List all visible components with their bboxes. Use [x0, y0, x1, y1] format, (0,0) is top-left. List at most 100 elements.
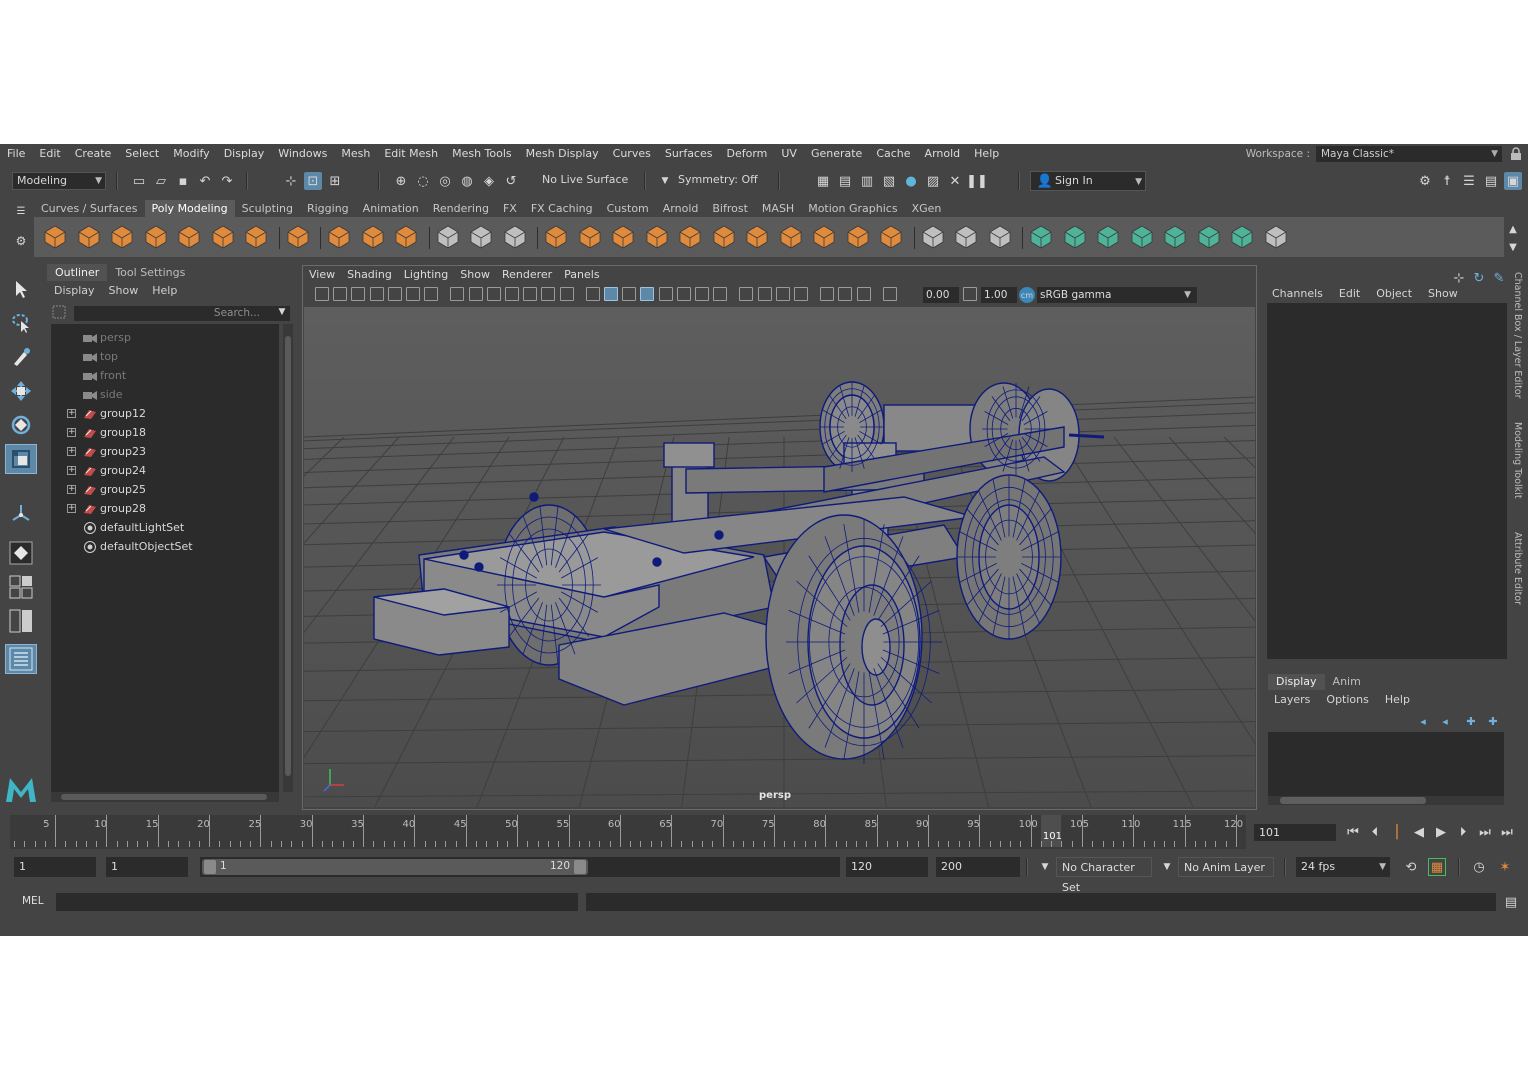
side-tab-channel-box-layer-editor[interactable]: Channel Box / Layer Editor	[1512, 272, 1523, 399]
snap-grid-icon[interactable]: ⊕	[392, 172, 410, 190]
chevron-down-icon[interactable]: ▼	[1036, 858, 1054, 876]
new-layer-icon[interactable]: ✚	[1462, 712, 1480, 730]
fill-hole-icon[interactable]	[811, 224, 837, 250]
redo-icon[interactable]: ↷	[218, 172, 236, 190]
shelf-scroll-down-icon[interactable]: ▼	[1504, 238, 1522, 256]
save-scene-icon[interactable]: ▪	[174, 172, 192, 190]
layer-menu-layers[interactable]: Layers	[1266, 691, 1318, 709]
append-polygon-icon[interactable]	[778, 224, 804, 250]
menu-select[interactable]: Select	[118, 145, 166, 162]
menu-generate[interactable]: Generate	[804, 145, 869, 162]
shadows-icon[interactable]	[695, 287, 709, 301]
gamma-field[interactable]: 1.00	[981, 287, 1017, 303]
outliner-item[interactable]: defaultObjectSet	[51, 537, 279, 556]
single-pane-icon[interactable]	[5, 538, 37, 568]
outliner-layout-icon[interactable]	[5, 644, 37, 674]
color-management-icon[interactable]: cm	[1019, 287, 1035, 303]
play-forwards-icon[interactable]: ▶	[1432, 823, 1450, 841]
playback-start-field[interactable]: 1	[106, 857, 188, 877]
outliner-item[interactable]: + group24	[51, 461, 279, 480]
mirror-icon[interactable]	[610, 224, 636, 250]
filter-icon[interactable]	[51, 304, 67, 320]
range-slider[interactable]: 1 120	[200, 857, 840, 877]
viewport-menu-shading[interactable]: Shading	[341, 266, 398, 284]
layer-tab-anim[interactable]: Anim	[1325, 674, 1369, 690]
poly-sphere-icon[interactable]	[42, 224, 68, 250]
snap-surface-icon[interactable]: ◈	[480, 172, 498, 190]
go-to-start-icon[interactable]: ⏮	[1344, 823, 1362, 841]
uv-auto-icon[interactable]	[1028, 224, 1054, 250]
expand-icon[interactable]: +	[67, 428, 76, 437]
current-frame-field[interactable]: 101	[1254, 824, 1336, 841]
layer-menu-help[interactable]: Help	[1377, 691, 1418, 709]
snap-vertex-icon[interactable]: ↺	[502, 172, 520, 190]
sculpt-geometry-icon[interactable]	[435, 224, 461, 250]
expand-icon[interactable]: +	[67, 447, 76, 456]
layer-scrollbar[interactable]	[1268, 796, 1504, 805]
viewport-menu-show[interactable]: Show	[454, 266, 496, 284]
auto-key-icon[interactable]: ▦	[1428, 858, 1446, 876]
menu-mesh-tools[interactable]: Mesh Tools	[445, 145, 519, 162]
safe-action-icon[interactable]	[541, 287, 556, 301]
script-editor-icon[interactable]: ▤	[1502, 893, 1520, 911]
outliner-menu-display[interactable]: Display	[47, 284, 102, 297]
shelf-tab-arnold[interactable]: Arnold	[656, 200, 706, 217]
anti-aliasing-icon[interactable]	[757, 287, 772, 301]
multi-cut-icon[interactable]	[920, 224, 946, 250]
tool-settings-icon[interactable]: ▤	[1482, 172, 1500, 190]
paint-select-icon[interactable]	[5, 342, 37, 372]
scrollbar-thumb[interactable]	[1280, 797, 1426, 804]
lasso-tool-icon[interactable]	[5, 308, 37, 338]
select-objects-icon[interactable]: ⊡	[304, 172, 322, 190]
use-all-lights-icon[interactable]	[676, 287, 691, 301]
select-components-icon[interactable]: ⊞	[326, 172, 344, 190]
poly-cylinder-icon[interactable]	[109, 224, 135, 250]
rotate-tool-icon[interactable]	[5, 410, 37, 440]
side-tab-modeling-toolkit[interactable]: Modeling Toolkit	[1512, 422, 1523, 499]
layer-list[interactable]	[1268, 732, 1504, 796]
chevron-down-icon[interactable]: ▼	[656, 172, 674, 190]
layer-tab-display[interactable]: Display	[1268, 674, 1325, 690]
outliner-item[interactable]: top	[51, 347, 279, 366]
poly-cube-icon[interactable]	[76, 224, 102, 250]
range-end-grip[interactable]	[574, 860, 586, 874]
menu-mesh-display[interactable]: Mesh Display	[519, 145, 606, 162]
outliner-item[interactable]: persp	[51, 328, 279, 347]
outliner-item[interactable]: + group12	[51, 404, 279, 423]
live-surface-label[interactable]: No Live Surface	[538, 172, 634, 190]
channel-edit-icon[interactable]: ✎	[1490, 269, 1508, 287]
xray-icon[interactable]	[658, 287, 673, 301]
step-forward-key-icon[interactable]: ⏵	[1454, 823, 1472, 841]
depth-of-field-icon[interactable]	[775, 287, 790, 301]
shelf-tab-curves-surfaces[interactable]: Curves / Surfaces	[34, 200, 145, 217]
shelf-tab-custom[interactable]: Custom	[600, 200, 656, 217]
poly-torus-icon[interactable]	[176, 224, 202, 250]
pause-icon[interactable]: ❚❚	[966, 172, 988, 190]
step-back-frame-icon[interactable]: ⏴	[1366, 823, 1384, 841]
symmetry-label[interactable]: Symmetry: Off	[674, 172, 768, 190]
command-language-label[interactable]: MEL	[22, 895, 44, 907]
attribute-editor-icon[interactable]: ☰	[1460, 172, 1478, 190]
character-set-dropdown[interactable]: No Character Set	[1056, 857, 1152, 894]
viewport-menu-view[interactable]: View	[303, 266, 341, 284]
xray-joints-icon[interactable]	[820, 287, 835, 301]
snap-point-icon[interactable]: ◎	[436, 172, 454, 190]
channel-menu-channels[interactable]: Channels	[1264, 285, 1331, 303]
2d-pan-zoom-icon[interactable]	[406, 287, 420, 301]
playback-end-field[interactable]: 120	[846, 857, 928, 877]
step-forward-frame-icon[interactable]: ⏭	[1476, 823, 1494, 841]
isolate-select-icon[interactable]	[794, 287, 808, 301]
outliner-item[interactable]: side	[51, 385, 279, 404]
channel-menu-show[interactable]: Show	[1420, 285, 1466, 303]
lock-icon[interactable]	[1510, 147, 1522, 160]
resolution-gate-icon[interactable]	[486, 287, 501, 301]
poly-plane-icon[interactable]	[210, 224, 236, 250]
platonic-solid-icon[interactable]	[285, 224, 311, 250]
expand-icon[interactable]: +	[67, 504, 76, 513]
uv-layout-icon[interactable]	[1196, 224, 1222, 250]
outliner-item[interactable]: + group28	[51, 499, 279, 518]
new-scene-icon[interactable]: ▭	[130, 172, 148, 190]
viewport-menu-lighting[interactable]: Lighting	[398, 266, 454, 284]
workspace-dropdown[interactable]: Maya Classic* ▼	[1316, 146, 1502, 162]
hypershade-icon[interactable]: ●	[902, 172, 920, 190]
